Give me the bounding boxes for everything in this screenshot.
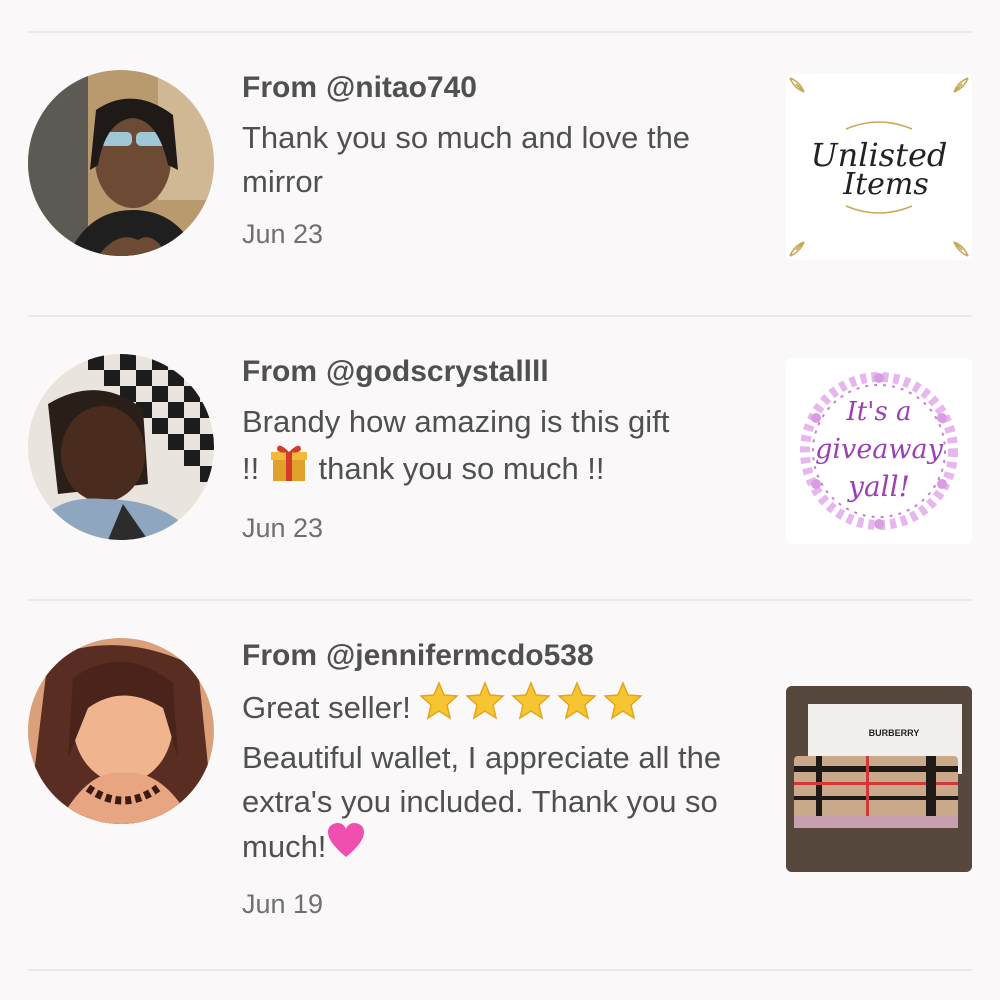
from-prefix: From [242,71,317,104]
review-author: From @nitao740 [242,70,752,106]
review-author: From @jennifermcdo538 [242,638,752,674]
pink-heart-emoji-icon [326,821,366,871]
thumbnail-text-line1: It's a [846,397,912,427]
avatar[interactable] [28,638,214,824]
avatar[interactable] [28,70,214,256]
review-message: Thank you so much and love the mirror [242,120,691,199]
gift-emoji-icon [268,441,310,495]
message-part: thank you so much !! [318,451,605,487]
review-message: Brandy how amazing is this gift !! thank… [242,400,752,498]
thumbnail-logo-line2: Items [842,167,929,202]
divider [28,31,972,33]
review-author: From @godscrystallll [242,354,752,390]
review-date: Jun 23 [242,513,324,543]
username-link[interactable]: @nitao740 [326,71,477,104]
review-body: From @nitao740 Thank you so much and love… [242,70,752,250]
from-prefix: From [242,355,317,388]
review-date: Jun 19 [242,889,324,919]
divider [28,969,972,971]
username-link[interactable]: @jennifermcdo538 [326,639,594,672]
star-emoji-icon [419,681,649,733]
message-part: !! [242,451,260,487]
listing-thumbnail[interactable]: It's a giveaway yall! [786,358,972,544]
listing-thumbnail[interactable]: BURBERRY [786,686,972,872]
avatar[interactable] [28,354,214,540]
from-prefix: From [242,639,317,672]
reviews-feed: From @nitao740 Thank you so much and love… [0,0,1000,1000]
review-body: From @jennifermcdo538 Great seller! Beau… [242,638,752,920]
thumbnail-brand: BURBERRY [869,728,920,738]
username-link[interactable]: @godscrystallll [326,355,549,388]
thumbnail-text-line2: giveaway [815,434,943,465]
review-body: From @godscrystallll Brandy how amazing i… [242,354,752,544]
divider [28,315,972,317]
message-part: Beautiful wallet, I appreciate all the e… [242,740,722,865]
review-date: Jun 23 [242,219,324,249]
listing-thumbnail[interactable]: Unlisted Items [786,74,972,260]
message-part: Brandy how amazing is this gift [242,404,670,439]
review-message: Great seller! Beautiful wallet, I apprec… [242,681,752,874]
thumbnail-text-line3: yall! [846,470,910,503]
message-part: Great seller! [242,690,411,726]
divider [28,599,972,601]
